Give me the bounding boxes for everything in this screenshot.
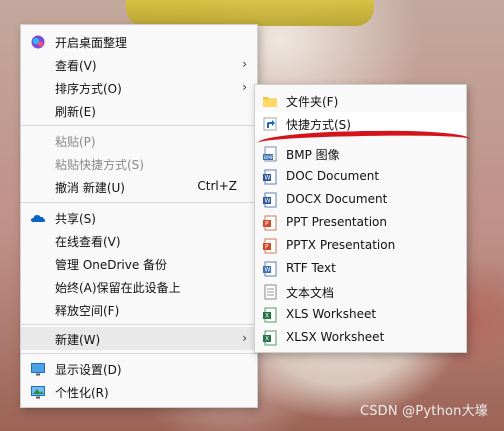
shortcut-hint: Ctrl+Z <box>197 179 237 193</box>
shortcut-icon <box>263 117 277 131</box>
svg-text:X: X <box>265 313 269 320</box>
menu-item-view-online[interactable]: 在线查看(V) <box>21 229 257 252</box>
menu-item-label: 显示设置(D) <box>55 363 122 377</box>
menu-item-label: 粘贴快捷方式(S) <box>55 158 144 172</box>
chevron-right-icon: › <box>242 80 247 94</box>
menu-item-new[interactable]: 新建(W) › <box>21 327 257 350</box>
menu-item-share[interactable]: 共享(S) <box>21 206 257 229</box>
new-submenu: 文件夹(F) 快捷方式(S) BMP BMP 图像 W DOC Document… <box>254 84 467 353</box>
menu-item-label: RTF Text <box>286 261 336 275</box>
xls-icon: X <box>263 307 277 323</box>
menu-item-paste[interactable]: 粘贴(P) <box>21 129 257 152</box>
display-icon <box>31 363 45 376</box>
menu-item-label: 快捷方式(S) <box>286 118 351 132</box>
menu-item-label: 文件夹(F) <box>286 95 339 109</box>
menu-item-always-keep-on-device[interactable]: 始终(A)保留在此设备上 <box>21 275 257 298</box>
svg-text:W: W <box>265 175 271 182</box>
menu-item-label: DOC Document <box>286 169 380 183</box>
menu-item-label: 文本文档 <box>286 286 335 300</box>
svg-text:BMP: BMP <box>264 155 274 161</box>
menu-item-label: DOCX Document <box>286 192 388 206</box>
onedrive-icon <box>31 215 46 222</box>
pptx-icon: P <box>263 238 277 254</box>
wallpaper-collar <box>126 0 374 26</box>
menu-item-desktop-organize[interactable]: 开启桌面整理 <box>21 30 257 53</box>
desktop-context-menu: 开启桌面整理 查看(V) › 排序方式(O) › 刷新(E) 粘贴(P) 粘贴快… <box>20 24 258 408</box>
menu-item-label: 开启桌面整理 <box>55 36 128 50</box>
menu-item-label: 撤消 新建(U) <box>55 181 125 195</box>
menu-separator <box>21 202 257 203</box>
submenu-item-xls[interactable]: X XLS Worksheet <box>255 303 466 326</box>
menu-item-personalize[interactable]: 个性化(R) <box>21 380 257 403</box>
menu-item-label: 管理 OneDrive 备份 <box>55 258 168 272</box>
menu-item-display-settings[interactable]: 显示设置(D) <box>21 357 257 380</box>
svg-text:P: P <box>265 221 269 228</box>
menu-item-label: 查看(V) <box>55 59 97 73</box>
rtf-icon: W <box>263 261 277 277</box>
doc-icon: W <box>263 169 277 185</box>
chevron-right-icon: › <box>242 331 247 345</box>
menu-item-undo-new[interactable]: 撤消 新建(U) Ctrl+Z <box>21 175 257 198</box>
menu-item-label: 在线查看(V) <box>55 235 121 249</box>
submenu-item-folder[interactable]: 文件夹(F) <box>255 89 466 112</box>
menu-item-label: 始终(A)保留在此设备上 <box>55 281 181 295</box>
svg-text:P: P <box>265 244 269 251</box>
menu-item-label: 个性化(R) <box>55 386 109 400</box>
menu-item-label: 排序方式(O) <box>55 82 122 96</box>
menu-item-label: 刷新(E) <box>55 105 96 119</box>
menu-item-free-up-space[interactable]: 释放空间(F) <box>21 298 257 321</box>
menu-item-sort-by[interactable]: 排序方式(O) › <box>21 76 257 99</box>
menu-separator <box>21 125 257 126</box>
svg-text:W: W <box>265 267 271 274</box>
folder-icon <box>263 97 277 107</box>
menu-separator <box>21 324 257 325</box>
menu-separator <box>21 353 257 354</box>
menu-item-label: XLSX Worksheet <box>286 330 385 344</box>
menu-item-label: XLS Worksheet <box>286 307 377 321</box>
submenu-item-xlsx[interactable]: X XLSX Worksheet <box>255 326 466 349</box>
svg-text:X: X <box>265 336 269 343</box>
chevron-right-icon: › <box>242 57 247 71</box>
menu-item-refresh[interactable]: 刷新(E) <box>21 99 257 122</box>
submenu-item-doc[interactable]: W DOC Document <box>255 165 466 188</box>
menu-item-view[interactable]: 查看(V) › <box>21 53 257 76</box>
submenu-item-text-document[interactable]: 文本文档 <box>255 280 466 303</box>
txt-icon <box>264 284 277 300</box>
personalize-icon <box>31 386 45 399</box>
menu-item-paste-shortcut[interactable]: 粘贴快捷方式(S) <box>21 152 257 175</box>
menu-item-label: 粘贴(P) <box>55 135 96 149</box>
xlsx-icon: X <box>263 330 277 346</box>
submenu-item-ppt[interactable]: P PPT Presentation <box>255 211 466 234</box>
app-icon <box>31 35 45 49</box>
watermark: CSDN @Python大壕 <box>359 404 488 419</box>
menu-item-label: PPT Presentation <box>286 215 387 229</box>
submenu-item-pptx[interactable]: P PPTX Presentation <box>255 234 466 257</box>
menu-item-label: 共享(S) <box>55 212 96 226</box>
menu-item-manage-onedrive-backup[interactable]: 管理 OneDrive 备份 <box>21 252 257 275</box>
ppt-icon: P <box>263 215 277 231</box>
docx-icon: W <box>263 192 277 208</box>
menu-item-label: 新建(W) <box>55 333 101 347</box>
submenu-item-rtf[interactable]: W RTF Text <box>255 257 466 280</box>
svg-text:W: W <box>265 198 271 205</box>
menu-item-label: 释放空间(F) <box>55 304 120 318</box>
submenu-item-docx[interactable]: W DOCX Document <box>255 188 466 211</box>
menu-item-label: PPTX Presentation <box>286 238 396 252</box>
